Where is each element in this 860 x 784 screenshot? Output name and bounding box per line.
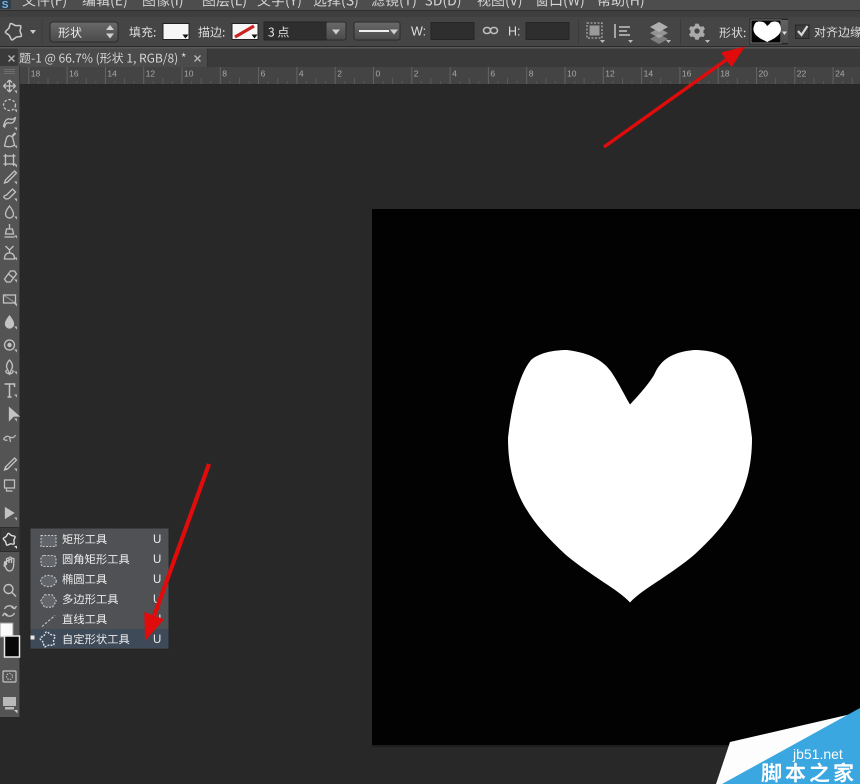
svg-text:2: 2 [337,69,342,79]
svg-text:4: 4 [299,69,304,79]
svg-text:W:: W: [411,25,426,39]
svg-text:6: 6 [261,69,266,79]
svg-text:10: 10 [567,69,577,79]
svg-text:10: 10 [184,69,194,79]
svg-text:U: U [153,634,161,646]
svg-text:20: 20 [759,69,769,79]
svg-text:S: S [2,0,9,11]
svg-text:8: 8 [529,69,534,79]
svg-text:H:: H: [508,25,521,39]
svg-text:16: 16 [682,69,692,79]
svg-text:jb51.net: jb51.net [792,746,843,762]
svg-text:12: 12 [146,69,156,79]
svg-text:0: 0 [376,69,381,79]
svg-text:8: 8 [222,69,227,79]
svg-text:14: 14 [107,69,117,79]
svg-text:2: 2 [414,69,419,79]
svg-text:16: 16 [69,69,79,79]
svg-text:14: 14 [644,69,654,79]
svg-text:4: 4 [452,69,457,79]
svg-text:22: 22 [797,69,807,79]
svg-text:12: 12 [605,69,615,79]
svg-text:18: 18 [720,69,730,79]
svg-text:U: U [153,574,161,586]
svg-text:18: 18 [31,69,41,79]
svg-text:24: 24 [835,69,845,79]
svg-text:6: 6 [490,69,495,79]
svg-text:U: U [153,534,161,546]
svg-text:U: U [153,554,161,566]
